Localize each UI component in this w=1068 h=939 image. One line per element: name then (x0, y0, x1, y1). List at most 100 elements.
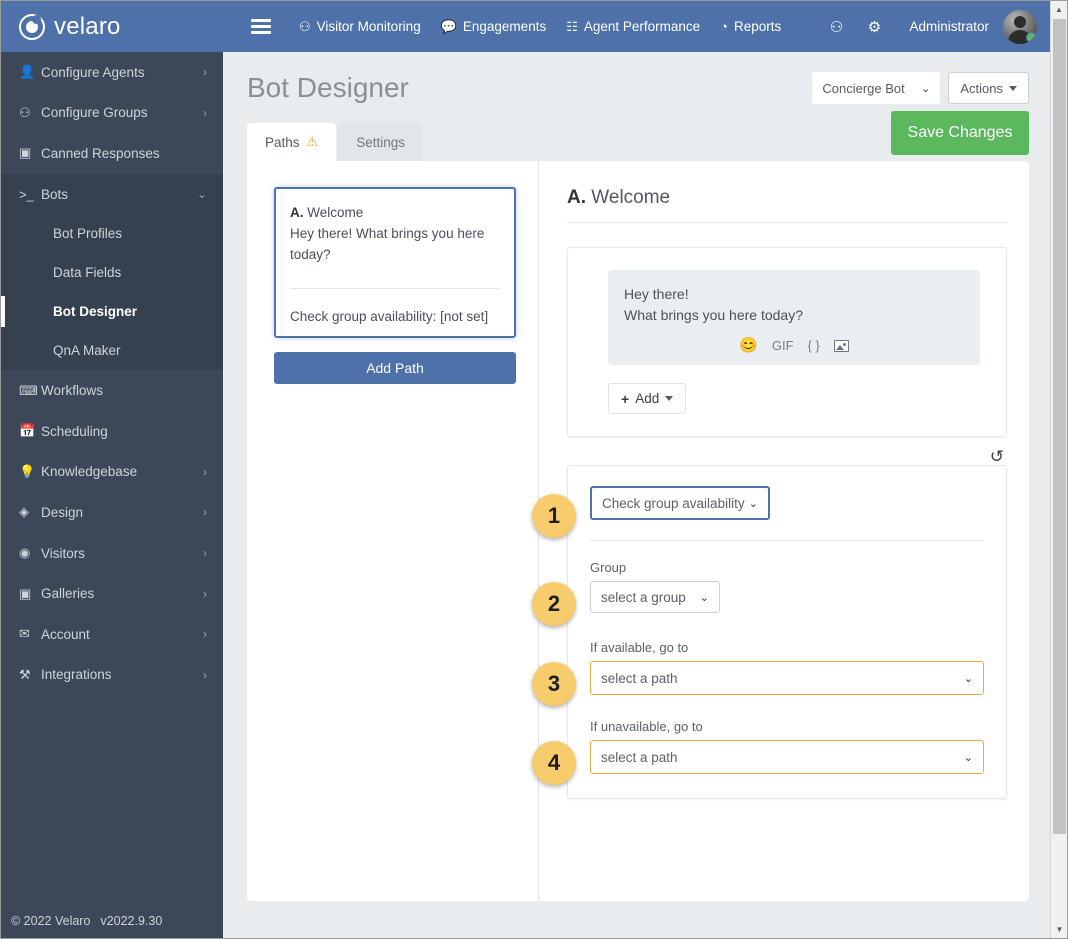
gif-icon[interactable]: GIF (772, 339, 794, 352)
callout-2: 2 (532, 582, 576, 626)
image-insert-icon[interactable] (833, 339, 849, 352)
tab-bar: Paths ⚠ Settings (247, 123, 423, 161)
code-braces-icon[interactable]: { } (808, 339, 820, 352)
chevron-down-icon: ⌄ (963, 751, 973, 764)
tab-settings[interactable]: Settings (338, 123, 423, 161)
nav-label: Agent Performance (583, 19, 701, 34)
nav-item-visitor-monitoring[interactable]: ⚇ Visitor Monitoring (289, 13, 431, 40)
users-group-icon: ⚇ (299, 19, 311, 34)
field-group: 2 Group select a group ⌄ (532, 560, 984, 626)
save-changes-button[interactable]: Save Changes (891, 111, 1029, 155)
sidebar-item-configure-agents[interactable]: 👤 Configure Agents › (1, 52, 223, 93)
emoji-smiley-icon[interactable]: 😊 (739, 338, 758, 353)
chat-bubble-icon: 💬 (440, 19, 457, 34)
undo-reset-icon[interactable]: ↺ (990, 448, 1004, 465)
sidebar-item-data-fields[interactable]: Data Fields (1, 253, 223, 293)
chevron-right-icon: › (203, 464, 207, 479)
action-type-select[interactable]: Check group availability ⌄ (590, 486, 770, 520)
field-action-type: 1 Check group availability ⌄ (532, 486, 984, 538)
sidebar-item-design[interactable]: ◈ Design › (1, 492, 223, 533)
user-name-label[interactable]: Administrator (895, 19, 999, 34)
sidebar-item-account[interactable]: ✉ Account › (1, 614, 223, 655)
nav-label: Engagements (462, 19, 547, 34)
chevron-right-icon: › (203, 627, 207, 642)
sidebar-item-workflows[interactable]: ⌨ Workflows (1, 370, 223, 411)
bot-selector[interactable]: Concierge Bot ⌄ (812, 72, 941, 104)
select-value: select a path (601, 670, 678, 686)
path-card-welcome[interactable]: A. Welcome Hey there! What brings you he… (274, 187, 516, 338)
image-picture-icon: ▣ (19, 585, 32, 601)
chevron-right-icon: › (203, 65, 207, 80)
copyright-label: © 2022 Velaro (11, 914, 91, 928)
scrollbar-thumb[interactable] (1053, 19, 1066, 834)
if-available-path-select[interactable]: select a path ⌄ (590, 661, 984, 695)
tab-label: Settings (356, 134, 405, 150)
users-group-icon[interactable]: ⚇ (819, 10, 853, 44)
select-value: Check group availability (602, 495, 745, 511)
sidebar-item-bot-profiles[interactable]: Bot Profiles (1, 214, 223, 254)
sidebar-item-bots[interactable]: >_ Bots ⌄ (1, 173, 223, 215)
main-content: Bot Designer Concierge Bot ⌄ Actions Sav… (223, 52, 1051, 938)
sidebar-item-visitors[interactable]: ◉ Visitors › (1, 533, 223, 574)
sidebar-item-configure-groups[interactable]: ⚇ Configure Groups › (1, 93, 223, 134)
chevron-down-icon: ⌄ (921, 82, 931, 95)
nav-label: Visitor Monitoring (316, 19, 421, 34)
message-bubble[interactable]: Hey there! What brings you here today? 😊… (608, 270, 980, 365)
path-detail-pane: A. Welcome Hey there! What brings you he… (532, 161, 1029, 901)
terminal-prompt-icon: >_ (19, 186, 34, 202)
nav-item-reports[interactable]: ◔ Reports (710, 13, 791, 40)
users-group-glyph: ⚇ (829, 18, 844, 36)
sidebar-item-bot-designer[interactable]: Bot Designer (1, 292, 223, 332)
group-select[interactable]: select a group ⌄ (590, 581, 720, 613)
add-label: Add (635, 391, 660, 406)
undo-row: ↺ (567, 437, 1007, 465)
sidebar-footer: © 2022 Velaro v2022.9.30 (1, 902, 223, 938)
nav-item-engagements[interactable]: 💬 Engagements (431, 13, 557, 40)
keyboard-icon: ⌨ (19, 382, 38, 398)
sidebar-item-label: Galleries (41, 586, 95, 602)
sidebar-item-integrations[interactable]: ⚒ Integrations › (1, 655, 223, 696)
add-path-button[interactable]: Add Path (274, 351, 516, 384)
path-card-title: A. Welcome Hey there! What brings you he… (290, 203, 500, 266)
path-prefix: A. (290, 205, 304, 220)
field-if-unavailable: 4 If unavailable, go to select a path ⌄ (532, 719, 984, 785)
if-unavailable-path-select[interactable]: select a path ⌄ (590, 740, 984, 774)
chevron-right-icon: › (203, 505, 207, 520)
sidebar-item-galleries[interactable]: ▣ Galleries › (1, 573, 223, 614)
vertical-scrollbar[interactable]: ▲ ▼ (1050, 1, 1067, 938)
chevron-down-icon: ⌄ (196, 187, 207, 202)
sidebar-item-label: Workflows (41, 383, 104, 399)
person-icon: 👤 (19, 64, 36, 80)
sidebar-sub-label: Bot Profiles (53, 226, 123, 242)
sidebar-sub-label: Data Fields (53, 265, 122, 281)
add-message-button[interactable]: + Add (608, 383, 687, 414)
hamburger-menu-icon[interactable] (251, 19, 271, 34)
divider (590, 540, 984, 541)
if-available-label: If available, go to (590, 640, 689, 655)
chevron-right-icon: › (203, 667, 207, 682)
sidebar-item-label: Canned Responses (41, 145, 160, 161)
caret-down-icon (665, 396, 674, 401)
sidebar-item-label: Design (41, 504, 84, 520)
gear-settings-icon[interactable]: ⚙ (857, 10, 891, 44)
detail-heading-prefix: A. (567, 187, 586, 208)
nav-item-agent-performance[interactable]: ☷ Agent Performance (556, 13, 710, 40)
scroll-down-arrow-icon[interactable]: ▼ (1051, 921, 1067, 938)
users-group-icon: ⚇ (19, 104, 31, 120)
avatar[interactable] (1003, 9, 1037, 44)
scroll-up-arrow-icon[interactable]: ▲ (1051, 1, 1067, 18)
sidebar-item-scheduling[interactable]: 📅 Scheduling (1, 411, 223, 452)
sidebar-item-canned-responses[interactable]: ▣ Canned Responses (1, 133, 223, 174)
navbar-right-group: ⚇ ⚙ Administrator (819, 9, 1051, 44)
diamond-gem-icon: ◈ (19, 504, 29, 520)
sidebar-item-label: Account (41, 626, 90, 642)
sidebar-item-knowledgebase[interactable]: 💡 Knowledgebase › (1, 452, 223, 493)
brand-logo-area[interactable]: velaro (1, 1, 223, 52)
sidebar-item-qna-maker[interactable]: QnA Maker (1, 331, 223, 371)
sidebar: 👤 Configure Agents › ⚇ Configure Groups … (1, 52, 223, 938)
chevron-right-icon: › (203, 586, 207, 601)
tab-paths[interactable]: Paths ⚠ (247, 123, 337, 161)
sidebar-item-label: Knowledgebase (41, 464, 138, 480)
callout-1: 1 (532, 494, 576, 538)
actions-button[interactable]: Actions (948, 72, 1029, 104)
